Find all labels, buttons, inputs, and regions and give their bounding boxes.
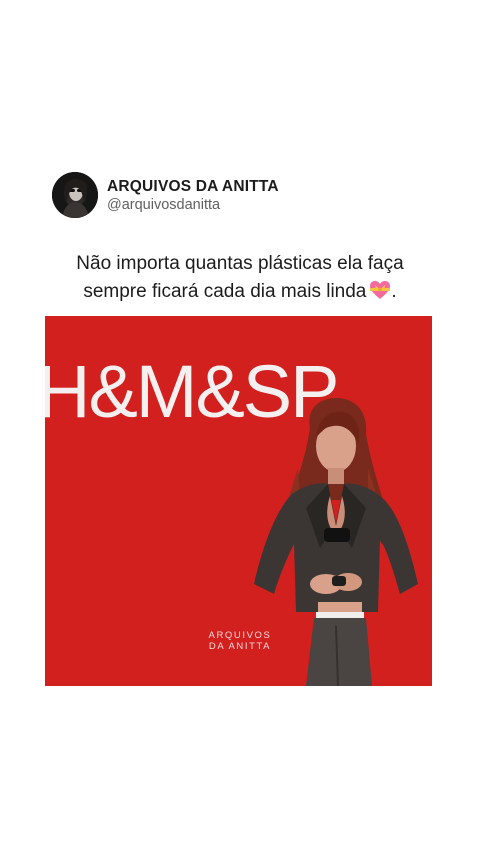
media-image[interactable]: H&M&SP ARQUIVOS DA ANITTA — [45, 316, 432, 686]
post-text-line-2: sempre ficará cada dia mais linda . — [40, 278, 440, 306]
avatar[interactable] — [52, 172, 98, 218]
media-watermark: ARQUIVOS DA ANITTA — [195, 630, 285, 652]
post-text: Não importa quantas plásticas ela faça s… — [40, 250, 440, 306]
watermark-line-2: DA ANITTA — [208, 641, 272, 652]
author-display-name[interactable]: ARQUIVOS DA ANITTA — [107, 177, 279, 196]
avatar-portrait-icon — [52, 172, 98, 218]
watermark-line-1: ARQUIVOS — [208, 630, 272, 641]
author-identity: ARQUIVOS DA ANITTA @arquivosdanitta — [107, 177, 279, 214]
post-text-line-1: Não importa quantas plásticas ela faça — [76, 253, 404, 274]
heart-with-ribbon-icon — [370, 281, 391, 299]
author-handle[interactable]: @arquivosdanitta — [107, 196, 279, 214]
post-text-line-2-words: sempre ficará cada dia mais linda — [83, 281, 367, 302]
post-header: ARQUIVOS DA ANITTA @arquivosdanitta — [52, 172, 279, 218]
post-text-end: . — [391, 281, 397, 302]
